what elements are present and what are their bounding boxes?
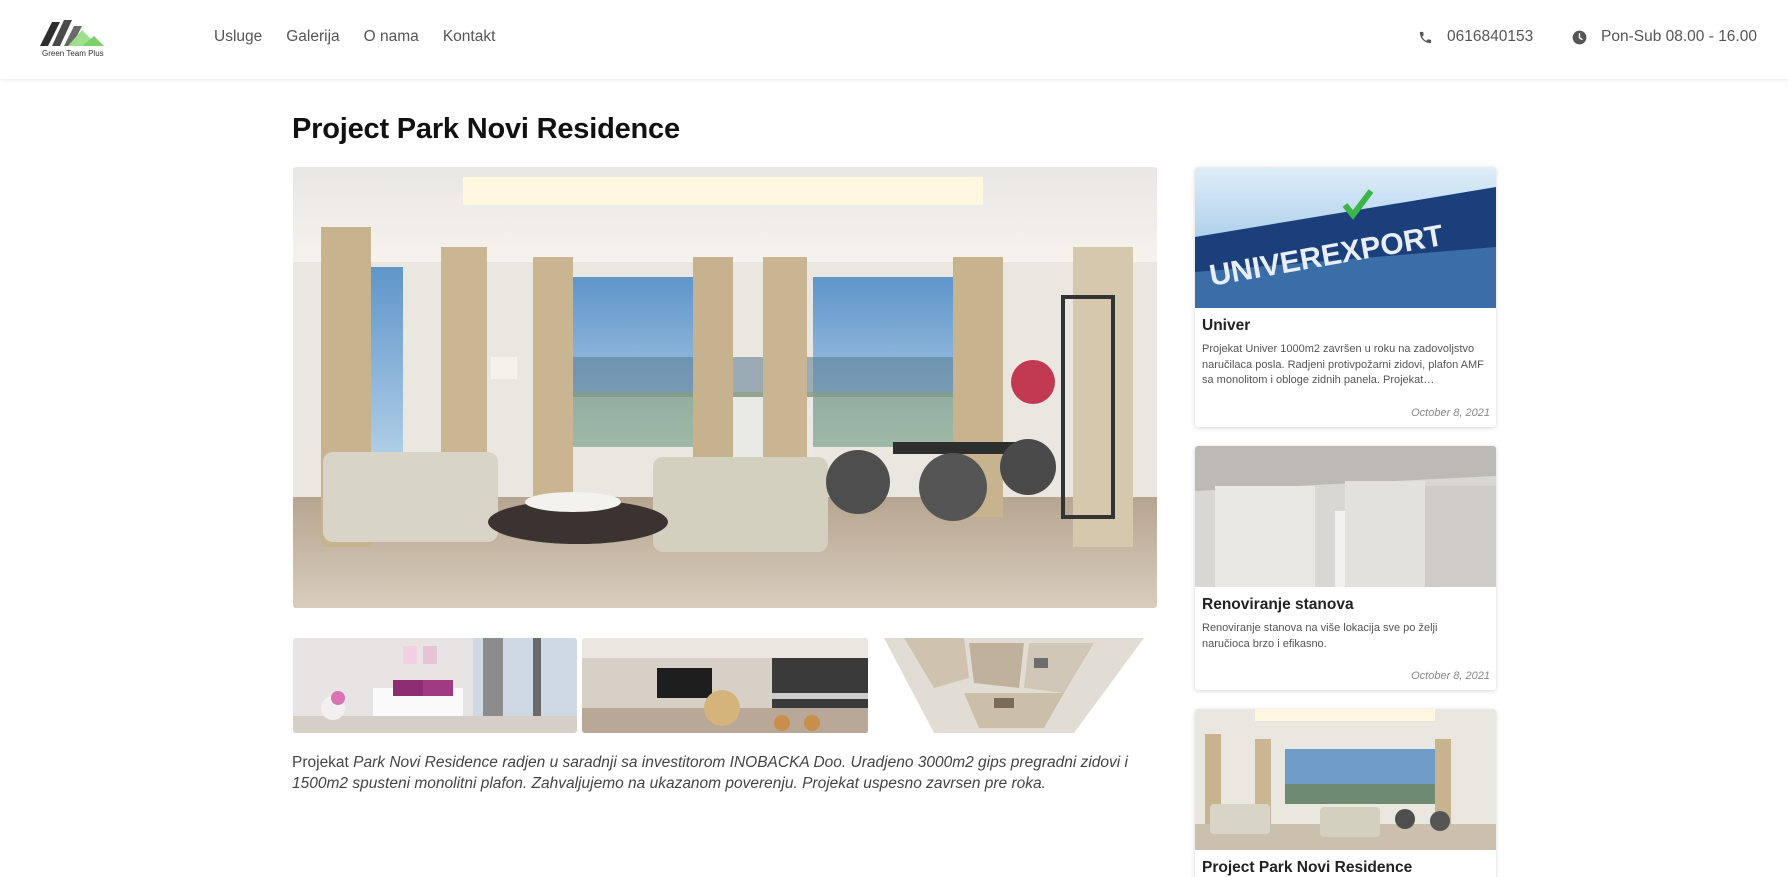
post-card-date: October 8, 2021 xyxy=(1411,670,1490,682)
post-card-image xyxy=(1195,709,1496,850)
main-project-image[interactable] xyxy=(293,167,1157,608)
clock-icon xyxy=(1572,30,1587,45)
gallery-thumbnail-1[interactable] xyxy=(293,638,577,733)
nav-link-usluge[interactable]: Usluge xyxy=(214,28,262,46)
post-card-renoviranje[interactable]: Renoviranje stanova Renoviranje stanova … xyxy=(1195,446,1496,690)
post-card-title[interactable]: Renoviranje stanova xyxy=(1202,596,1354,614)
post-card-excerpt: Projekat Univer 1000m2 završen u roku na… xyxy=(1202,343,1484,386)
post-card-date: October 8, 2021 xyxy=(1411,407,1490,419)
phone-number: 0616840153 xyxy=(1447,28,1534,45)
nav-link-galerija[interactable]: Galerija xyxy=(286,28,339,46)
project-description: Projekat Park Novi Residence radjen u sa… xyxy=(292,752,1172,794)
post-card-title[interactable]: Univer xyxy=(1202,317,1250,335)
main-nav: Usluge Galerija O nama Kontakt xyxy=(214,28,495,46)
post-card-image xyxy=(1195,446,1496,587)
logo-text: Green Team Plus xyxy=(42,49,104,58)
contact-hours: Pon-Sub 08.00 - 16.00 xyxy=(1572,28,1757,46)
post-card-title[interactable]: Project Park Novi Residence xyxy=(1202,859,1412,877)
description-lead: Projekat xyxy=(292,754,354,771)
gallery-thumbnail-2[interactable] xyxy=(582,638,868,733)
working-hours: Pon-Sub 08.00 - 16.00 xyxy=(1601,28,1757,45)
nav-link-o-nama[interactable]: O nama xyxy=(364,28,419,46)
contact-phone[interactable]: 0616840153 xyxy=(1418,28,1533,46)
description-body: Park Novi Residence radjen u saradnji sa… xyxy=(292,754,1128,792)
post-card-univer[interactable]: UNIVEREXPORT Univer Projekat Univer 1000… xyxy=(1195,167,1496,427)
post-card-park-novi[interactable]: Project Park Novi Residence xyxy=(1195,709,1496,877)
phone-icon xyxy=(1418,30,1433,45)
post-card-image: UNIVEREXPORT xyxy=(1195,167,1496,308)
nav-link-kontakt[interactable]: Kontakt xyxy=(443,28,496,46)
post-card-excerpt: Renoviranje stanova na više lokacija sve… xyxy=(1202,622,1438,650)
site-header: Green Team Plus Usluge Galerija O nama K… xyxy=(0,0,1788,79)
gallery-thumbnail-3[interactable] xyxy=(874,638,1158,733)
page-title: Project Park Novi Residence xyxy=(292,113,680,145)
